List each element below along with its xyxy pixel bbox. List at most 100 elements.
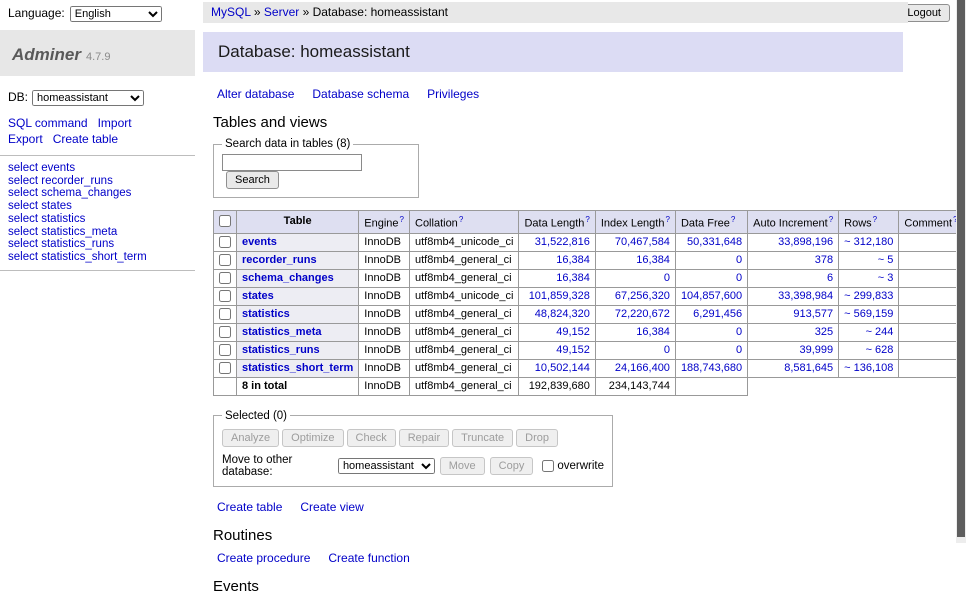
sidebar-item-select-statistics-short-term[interactable]: select statistics_short_term (8, 251, 195, 264)
select-all-checkbox[interactable] (219, 215, 231, 227)
data-length-link[interactable]: 101,859,328 (529, 290, 590, 302)
analyze-button[interactable]: Analyze (222, 429, 279, 447)
overwrite-checkbox[interactable] (542, 460, 554, 472)
index-length-link[interactable]: 72,220,672 (615, 308, 670, 320)
sidebar-action-export[interactable]: Export (8, 132, 43, 146)
auto-increment-link[interactable]: 378 (815, 254, 833, 266)
rows-count-link[interactable]: ~ 299,833 (844, 290, 893, 302)
auto-increment-link[interactable]: 33,398,984 (778, 290, 833, 302)
row-checkbox-schema-changes[interactable] (219, 272, 231, 284)
link-alter-database[interactable]: Alter database (217, 87, 294, 101)
row-checkbox-statistics[interactable] (219, 308, 231, 320)
search-input[interactable] (222, 154, 362, 171)
sidebar-item-select-statistics-meta[interactable]: select statistics_meta (8, 226, 195, 239)
table-link-schema-changes[interactable]: schema_changes (242, 272, 334, 284)
row-checkbox-statistics-meta[interactable] (219, 326, 231, 338)
repair-button[interactable]: Repair (399, 429, 449, 447)
rows-count-link[interactable]: ~ 3 (878, 272, 894, 284)
row-checkbox-recorder-runs[interactable] (219, 254, 231, 266)
help-icon[interactable]: ? (665, 215, 669, 224)
check-button[interactable]: Check (347, 429, 396, 447)
sidebar-item-select-states[interactable]: select states (8, 200, 195, 213)
move-db-select[interactable]: homeassistant (338, 458, 435, 474)
help-icon[interactable]: ? (873, 215, 877, 224)
rows-count-link[interactable]: ~ 5 (878, 254, 894, 266)
index-length-link[interactable]: 0 (664, 344, 670, 356)
link-database-schema[interactable]: Database schema (312, 87, 409, 101)
data-length-link[interactable]: 16,384 (556, 272, 590, 284)
rows-count-link[interactable]: ~ 244 (866, 326, 894, 338)
data-free-link[interactable]: 188,743,680 (681, 362, 742, 374)
sidebar-action-create-table[interactable]: Create table (53, 132, 118, 146)
table-link-events[interactable]: events (242, 236, 277, 248)
help-icon[interactable]: ? (585, 215, 589, 224)
data-length-link[interactable]: 49,152 (556, 344, 590, 356)
index-length-link[interactable]: 70,467,584 (615, 236, 670, 248)
move-button[interactable]: Move (440, 457, 485, 475)
scrollbar-thumb[interactable] (957, 0, 965, 537)
link-privileges[interactable]: Privileges (427, 87, 479, 101)
link-create-table[interactable]: Create table (217, 500, 282, 514)
help-icon[interactable]: ? (829, 215, 833, 224)
table-link-recorder-runs[interactable]: recorder_runs (242, 254, 317, 266)
table-link-statistics-meta[interactable]: statistics_meta (242, 326, 322, 338)
sidebar-action-sql-command[interactable]: SQL command (8, 116, 88, 130)
table-link-statistics-short-term[interactable]: statistics_short_term (242, 362, 353, 374)
row-checkbox-statistics-short-term[interactable] (219, 362, 231, 374)
link-create-function[interactable]: Create function (328, 551, 409, 565)
data-free-link[interactable]: 0 (736, 344, 742, 356)
data-length-link[interactable]: 48,824,320 (535, 308, 590, 320)
truncate-button[interactable]: Truncate (452, 429, 513, 447)
search-button[interactable]: Search (226, 171, 279, 189)
sidebar-item-select-events[interactable]: select events (8, 162, 195, 175)
help-icon[interactable]: ? (400, 215, 404, 224)
data-length-link[interactable]: 49,152 (556, 326, 590, 338)
language-select[interactable]: English (70, 6, 162, 22)
sidebar-item-select-statistics-runs[interactable]: select statistics_runs (8, 238, 195, 251)
rows-count-link[interactable]: ~ 136,108 (844, 362, 893, 374)
sidebar-item-select-schema-changes[interactable]: select schema_changes (8, 187, 195, 200)
breadcrumb-link-server[interactable]: Server (264, 5, 299, 19)
table-link-statistics-runs[interactable]: statistics_runs (242, 344, 320, 356)
auto-increment-link[interactable]: 39,999 (800, 344, 834, 356)
data-free-link[interactable]: 6,291,456 (693, 308, 742, 320)
row-checkbox-statistics-runs[interactable] (219, 344, 231, 356)
data-free-link[interactable]: 0 (736, 254, 742, 266)
drop-button[interactable]: Drop (516, 429, 558, 447)
index-length-link[interactable]: 16,384 (636, 254, 670, 266)
auto-increment-link[interactable]: 913,577 (793, 308, 833, 320)
optimize-button[interactable]: Optimize (282, 429, 343, 447)
row-checkbox-events[interactable] (219, 236, 231, 248)
auto-increment-link[interactable]: 33,898,196 (778, 236, 833, 248)
auto-increment-link[interactable]: 325 (815, 326, 833, 338)
index-length-link[interactable]: 16,384 (636, 326, 670, 338)
data-free-link[interactable]: 50,331,648 (687, 236, 742, 248)
help-icon[interactable]: ? (459, 215, 463, 224)
rows-count-link[interactable]: ~ 569,159 (844, 308, 893, 320)
link-create-view[interactable]: Create view (300, 500, 363, 514)
index-length-link[interactable]: 24,166,400 (615, 362, 670, 374)
help-icon[interactable]: ? (731, 215, 735, 224)
sidebar-item-select-recorder-runs[interactable]: select recorder_runs (8, 175, 195, 188)
link-create-procedure[interactable]: Create procedure (217, 551, 310, 565)
copy-button[interactable]: Copy (490, 457, 534, 475)
rows-count-link[interactable]: ~ 628 (866, 344, 894, 356)
sidebar-action-import[interactable]: Import (98, 116, 132, 130)
row-checkbox-states[interactable] (219, 290, 231, 302)
auto-increment-link[interactable]: 8,581,645 (784, 362, 833, 374)
data-length-link[interactable]: 16,384 (556, 254, 590, 266)
sidebar-item-select-statistics[interactable]: select statistics (8, 213, 195, 226)
rows-count-link[interactable]: ~ 312,180 (844, 236, 893, 248)
index-length-link[interactable]: 67,256,320 (615, 290, 670, 302)
data-free-link[interactable]: 0 (736, 326, 742, 338)
data-length-link[interactable]: 31,522,816 (535, 236, 590, 248)
db-select[interactable]: homeassistant (32, 90, 144, 106)
breadcrumb-link-mysql[interactable]: MySQL (211, 5, 251, 19)
scrollbar[interactable] (956, 0, 966, 543)
data-free-link[interactable]: 104,857,600 (681, 290, 742, 302)
table-link-statistics[interactable]: statistics (242, 308, 290, 320)
data-free-link[interactable]: 0 (736, 272, 742, 284)
index-length-link[interactable]: 0 (664, 272, 670, 284)
auto-increment-link[interactable]: 6 (827, 272, 833, 284)
table-link-states[interactable]: states (242, 290, 274, 302)
